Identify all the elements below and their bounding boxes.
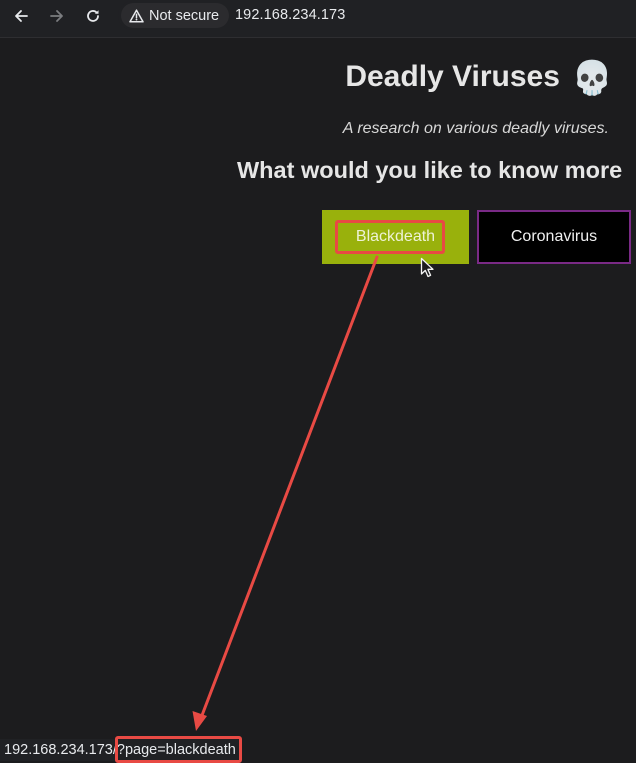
back-button[interactable]: [6, 4, 36, 28]
warning-triangle-icon: [129, 9, 144, 23]
security-indicator[interactable]: Not secure: [121, 3, 229, 28]
skull-icon: 💀: [572, 61, 613, 94]
page-title-text: Deadly Viruses: [345, 60, 560, 94]
page-content: Deadly Viruses 💀 A research on various d…: [0, 38, 636, 761]
page-subtitle: A research on various deadly viruses.: [343, 120, 609, 138]
url-text[interactable]: 192.168.234.173: [235, 7, 345, 23]
security-label: Not secure: [149, 8, 219, 24]
arrow-left-icon: [13, 8, 29, 24]
blackdeath-button[interactable]: Blackdeath: [322, 210, 469, 264]
browser-toolbar: Not secure 192.168.234.173: [0, 0, 636, 38]
status-bar-link-preview: 192.168.234.173/?page=blackdeath: [0, 739, 240, 761]
address-bar[interactable]: Not secure 192.168.234.173: [118, 1, 636, 30]
coronavirus-button[interactable]: Coronavirus: [477, 210, 631, 264]
arrow-right-icon: [49, 8, 65, 24]
question-heading: What would you like to know more: [237, 157, 622, 184]
reload-icon: [85, 8, 101, 24]
reload-button[interactable]: [78, 4, 108, 28]
page-title: Deadly Viruses 💀: [345, 60, 613, 94]
forward-button[interactable]: [42, 4, 72, 28]
mouse-cursor-icon: [420, 257, 436, 279]
